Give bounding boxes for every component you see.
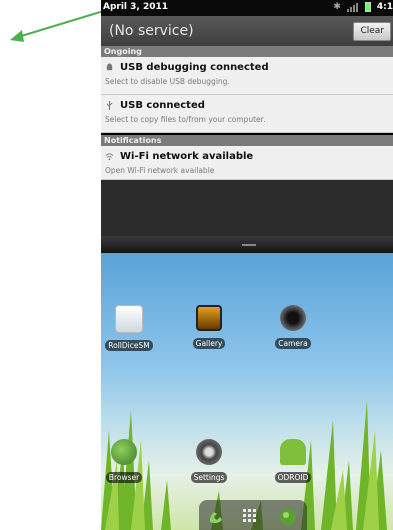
status-date: April 3, 2011 <box>103 2 169 12</box>
notification-drag-handle[interactable] <box>101 236 393 253</box>
phone-screen: April 3, 2011 ✱ 4:1 (No service) Clear O… <box>101 0 393 530</box>
notification-title: Wi-Fi network available <box>120 151 254 162</box>
bluetooth-icon: ✱ <box>333 2 341 12</box>
notification-wifi-available[interactable]: Wi-Fi network available Open Wi-Fi netwo… <box>101 146 393 180</box>
section-notifications: Notifications <box>101 135 393 146</box>
app-label: RollDiceSM <box>105 340 153 351</box>
signal-icon <box>346 2 359 12</box>
app-label: Settings <box>190 472 228 483</box>
app-drawer-icon[interactable] <box>242 508 258 524</box>
settings-icon <box>196 439 222 465</box>
notification-header: (No service) Clear <box>101 16 393 46</box>
battery-icon <box>364 2 371 12</box>
notification-empty-area <box>101 180 393 236</box>
notification-title-row: USB connected <box>105 100 205 111</box>
dice-app-icon <box>115 305 143 333</box>
app-settings[interactable]: Settings <box>179 439 239 484</box>
notification-title-row: USB debugging connected <box>105 62 269 73</box>
notification-subtitle: Open Wi-Fi network available <box>105 166 215 175</box>
notification-title-row: Wi-Fi network available <box>105 151 253 162</box>
gallery-icon <box>196 305 222 331</box>
browser-globe-icon <box>111 439 137 465</box>
clear-button[interactable]: Clear <box>353 22 391 41</box>
app-label: Camera <box>275 338 311 349</box>
app-odroid[interactable]: ODROID <box>263 439 323 484</box>
android-debug-icon <box>106 63 113 71</box>
notification-subtitle: Select to disable USB debugging. <box>105 77 230 86</box>
notification-title: USB debugging connected <box>120 62 269 73</box>
camera-icon <box>280 305 306 331</box>
notification-title: USB connected <box>120 100 205 111</box>
app-label: Gallery <box>192 338 226 349</box>
status-icons: ✱ 4:1 <box>333 2 393 12</box>
app-rolldice[interactable]: RollDiceSM <box>101 305 159 352</box>
carrier-label: (No service) <box>109 23 194 39</box>
notification-subtitle: Select to copy files to/from your comput… <box>105 115 266 124</box>
app-label: Browser <box>105 472 143 483</box>
app-label: ODROID <box>274 472 312 483</box>
wifi-icon <box>105 153 114 161</box>
app-camera[interactable]: Camera <box>263 305 323 350</box>
notification-usb-connected[interactable]: USB connected Select to copy files to/fr… <box>101 95 393 133</box>
phone-icon[interactable] <box>207 508 225 526</box>
usb-icon <box>106 101 113 110</box>
browser-globe-icon[interactable] <box>279 508 297 526</box>
odroid-android-icon <box>280 439 306 465</box>
app-browser[interactable]: Browser <box>101 439 154 484</box>
section-ongoing: Ongoing <box>101 46 393 57</box>
status-time: 4:1 <box>376 2 393 12</box>
dock <box>101 500 393 530</box>
status-bar: April 3, 2011 ✱ 4:1 <box>101 0 393 16</box>
notification-usb-debugging[interactable]: USB debugging connected Select to disabl… <box>101 57 393 95</box>
handle-grip <box>242 244 256 246</box>
home-screen: RollDiceSM Gallery Camera Browser Settin… <box>101 253 393 530</box>
app-gallery[interactable]: Gallery <box>179 305 239 350</box>
